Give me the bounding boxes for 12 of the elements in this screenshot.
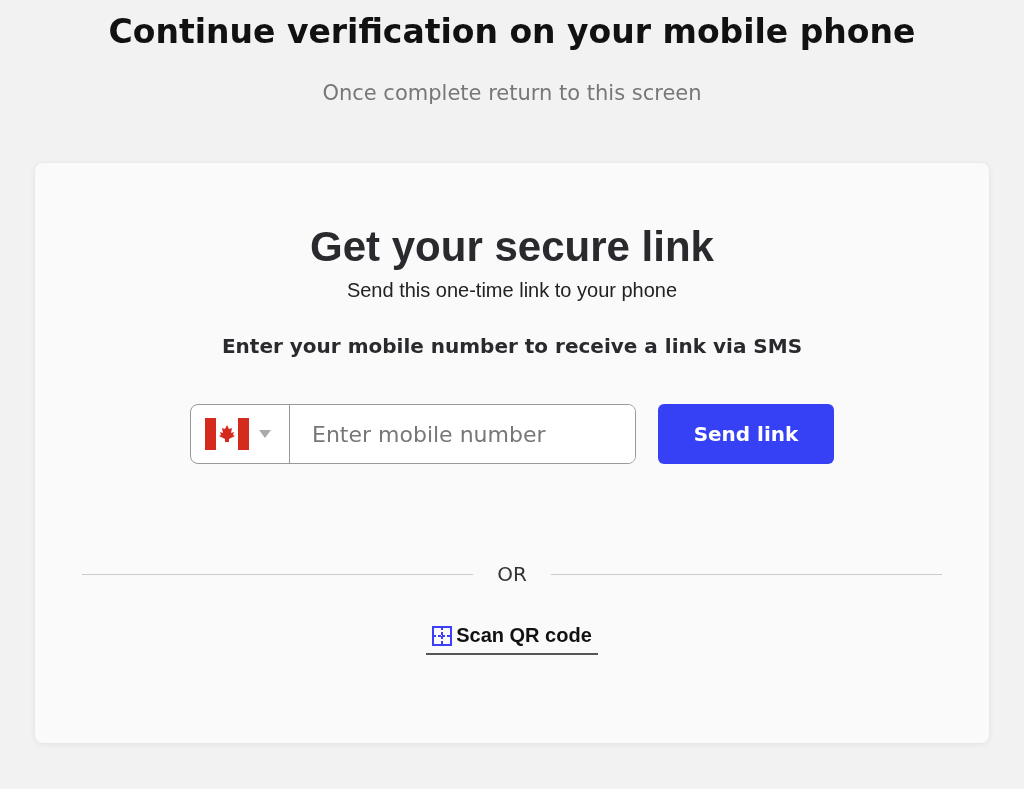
- flag-icon: [205, 418, 249, 450]
- qr-icon: [432, 625, 453, 646]
- card-subheading: Send this one-time link to your phone: [346, 279, 678, 302]
- or-divider-text: OR: [497, 562, 527, 586]
- page-subtitle: Once complete return to this screen: [322, 81, 702, 105]
- card-heading: Get your secure link: [310, 223, 714, 271]
- scan-qr-link[interactable]: Scan QR code: [426, 624, 598, 655]
- caret-icon: [259, 430, 271, 438]
- page-title: Continue verification on your mobile phone: [108, 12, 916, 51]
- send-link-button[interactable]: Send link: [658, 404, 834, 464]
- phone-input-field[interactable]: Enter mobile number: [190, 404, 636, 464]
- instruction-text: Enter your mobile number to receive a link via SMS: [221, 334, 803, 358]
